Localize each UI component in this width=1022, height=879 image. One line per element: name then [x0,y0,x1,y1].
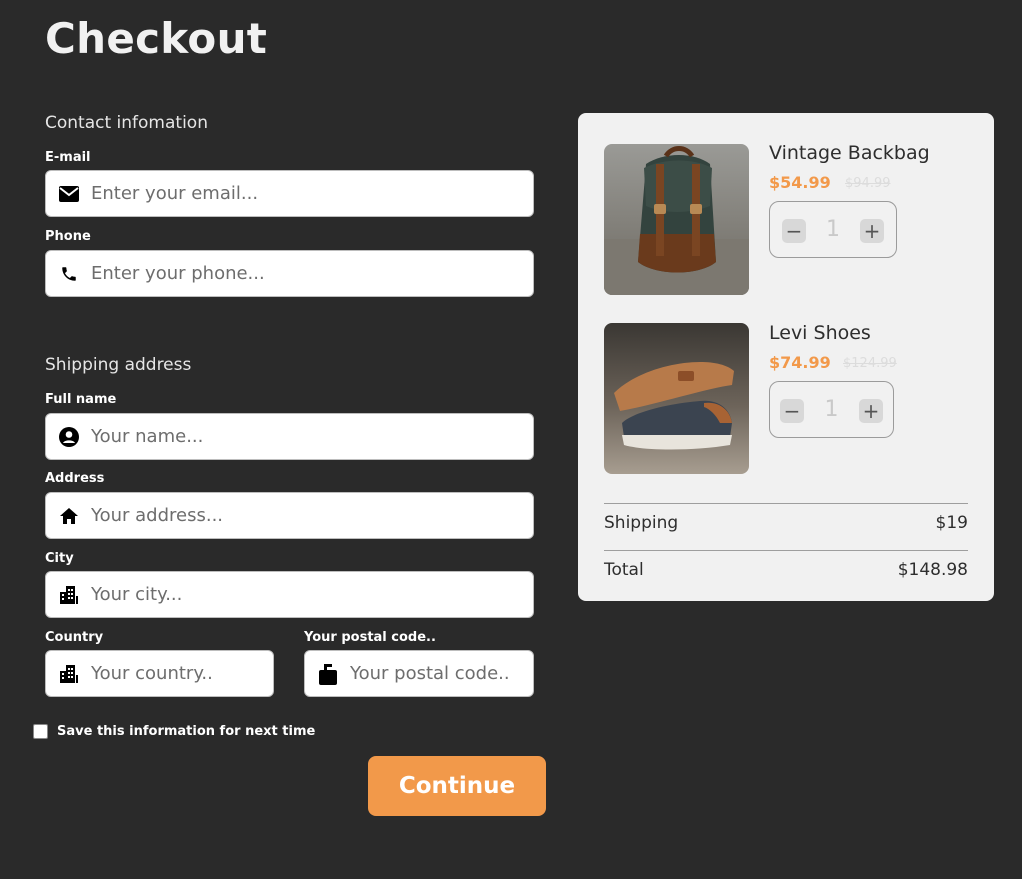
postal-code-input[interactable] [350,663,533,684]
checkout-page: Checkout Contact infomation E-mail Phone… [0,0,1022,879]
building-icon [58,663,80,685]
email-label: E-mail [45,150,91,165]
full-name-label: Full name [45,392,117,407]
postal-code-field-wrapper [304,650,534,697]
quantity-stepper: − 1 + [769,201,897,258]
cart-item-name: Vintage Backbag [769,142,930,164]
phone-label: Phone [45,229,91,244]
product-image-backpack[interactable] [604,144,749,295]
user-icon [58,426,80,448]
home-icon [58,505,80,527]
address-label: Address [45,471,105,486]
building-icon [58,584,80,606]
address-input[interactable] [91,505,533,526]
total-label: Total [604,560,644,580]
country-input[interactable] [91,663,273,684]
summary-divider [604,503,968,504]
increase-quantity-button[interactable]: + [860,219,884,243]
city-field-wrapper [45,571,534,618]
total-value: $148.98 [897,560,968,580]
mailbox-icon [317,663,339,685]
increase-quantity-button[interactable]: + [859,399,883,423]
email-field-wrapper [45,170,534,217]
country-field-wrapper [45,650,274,697]
full-name-field-wrapper [45,413,534,460]
full-name-input[interactable] [91,426,533,447]
city-label: City [45,551,74,566]
shipping-value: $19 [935,513,968,533]
phone-icon [58,263,80,285]
cart-item-old-price: $94.99 [845,176,891,191]
city-input[interactable] [91,584,533,605]
page-title: Checkout [45,14,268,63]
shipping-label: Shipping [604,513,679,533]
country-label: Country [45,630,104,645]
save-info-label: Save this information for next time [57,724,316,739]
postal-code-label: Your postal code.. [304,630,436,645]
save-info-row[interactable]: Save this information for next time [33,724,315,739]
contact-section-heading: Contact infomation [45,113,208,133]
cart-item-price: $74.99 [769,353,831,372]
phone-field-wrapper [45,250,534,297]
continue-button[interactable]: Continue [368,756,546,816]
product-image-shoes[interactable] [604,323,749,474]
mail-icon [58,183,80,205]
cart-item-price: $54.99 [769,173,831,192]
email-input[interactable] [91,183,533,204]
cart-item-old-price: $124.99 [843,356,897,371]
phone-input[interactable] [91,263,533,284]
save-info-checkbox[interactable] [33,724,48,739]
cart-item-name: Levi Shoes [769,322,871,344]
shipping-section-heading: Shipping address [45,355,192,375]
address-field-wrapper [45,492,534,539]
summary-divider [604,550,968,551]
quantity-stepper: − 1 + [769,381,894,438]
order-summary-card: Vintage Backbag $54.99 $94.99 − 1 + Levi… [578,113,994,601]
